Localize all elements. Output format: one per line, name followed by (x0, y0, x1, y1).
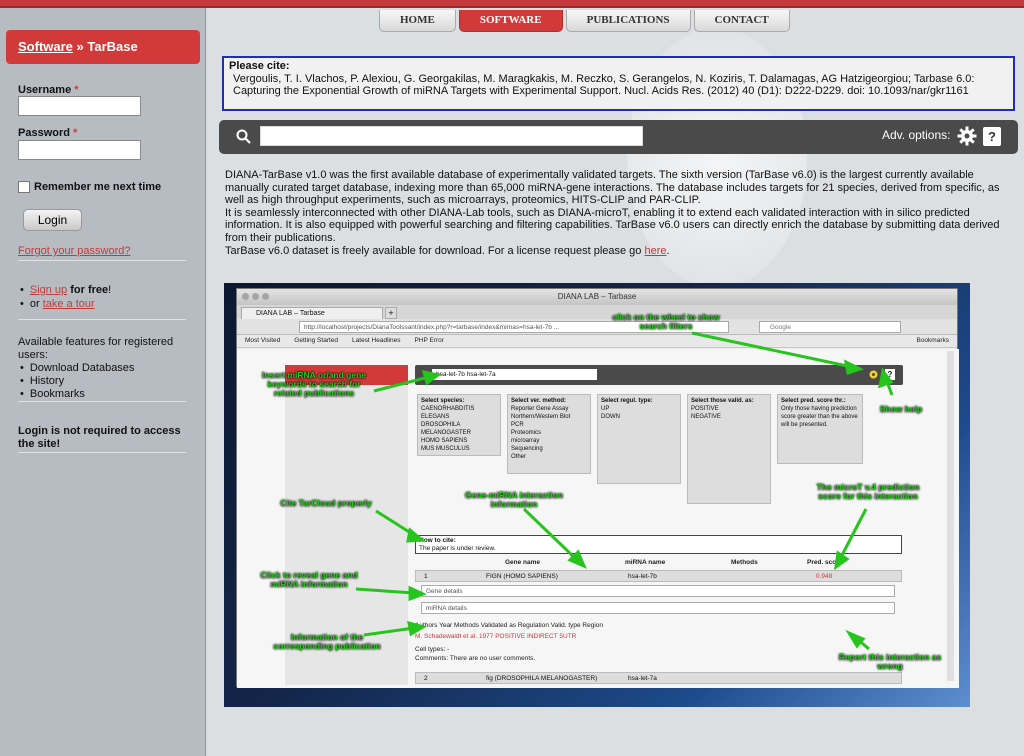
divider (18, 319, 186, 320)
main-nav: HOME SOFTWARE PUBLICATIONS CONTACT (379, 10, 790, 32)
remember-checkbox[interactable] (18, 181, 30, 193)
breadcrumb: Software » TarBase (6, 30, 200, 64)
help-icon[interactable]: ? (983, 127, 1001, 146)
password-label: Password * (18, 127, 78, 139)
search-input[interactable] (260, 126, 643, 146)
callout: Cite TarCloud properly (280, 498, 372, 508)
feature-item: Bookmarks (20, 388, 134, 401)
take-tour-link[interactable]: take a tour (43, 298, 95, 310)
callout: Report this interaction as wrong (838, 652, 942, 671)
sidebar: Software » TarBase Username * Password *… (0, 8, 206, 756)
tour-item: or take a tour (20, 298, 111, 310)
remember-me[interactable]: Remember me next time (18, 181, 161, 193)
username-label: Username * (18, 84, 79, 96)
citation-title: Please cite: (229, 60, 290, 72)
signup-list: Sign up for free! or take a tour (20, 284, 111, 312)
breadcrumb-separator: » (72, 39, 88, 54)
feature-item: History (20, 375, 134, 388)
description-p1: DIANA-TarBase v1.0 was the first availab… (225, 169, 1000, 207)
description: DIANA-TarBase v1.0 was the first availab… (225, 169, 1012, 257)
feature-item: Download Databases (20, 362, 135, 375)
tutorial-screenshot: DIANA LAB – Tarbase DIANA LAB – Tarbase … (224, 283, 970, 707)
description-p3: TarBase v6.0 dataset is freely available… (225, 244, 670, 257)
nav-tab-software[interactable]: SOFTWARE (458, 10, 563, 32)
callout: Information of the corresponding publica… (273, 632, 381, 651)
forgot-password-link[interactable]: Forgot your password? (18, 245, 131, 257)
login-button[interactable]: Login (23, 209, 82, 231)
description-p2: It is seamlessly interconnected with oth… (225, 206, 1000, 244)
breadcrumb-software-link[interactable]: Software (18, 39, 73, 54)
gear-icon[interactable] (957, 126, 977, 146)
callout: click on the wheel to show search filter… (612, 312, 720, 331)
nav-tab-contact[interactable]: CONTACT (693, 10, 790, 32)
adv-options-label: Adv. options: (882, 128, 951, 142)
features-title: Available features for registered users: (18, 336, 174, 361)
search-icon[interactable] (235, 128, 253, 146)
signup-item: Sign up for free! (20, 284, 111, 296)
signup-link[interactable]: Sign up (30, 284, 67, 296)
callout: Insert miRNA or/and gene keywords to sea… (261, 370, 367, 398)
callout: The microT v.4 prediction score for this… (816, 482, 920, 501)
divider (18, 260, 186, 261)
callout: Gene-miRNA interaction information (465, 490, 563, 509)
password-input[interactable] (18, 140, 141, 160)
nav-tab-home[interactable]: HOME (379, 10, 456, 32)
callout: Show help (879, 404, 923, 414)
search-bar: Adv. options: ? (219, 120, 1018, 154)
username-input[interactable] (18, 96, 141, 116)
callout: Click to reveal gene and miRNA informati… (260, 570, 358, 589)
divider (18, 452, 186, 453)
top-strip (0, 0, 1024, 8)
login-note: Login is not required to access the site… (18, 425, 181, 450)
divider (18, 401, 186, 402)
breadcrumb-current: TarBase (87, 39, 138, 54)
nav-tab-publications[interactable]: PUBLICATIONS (565, 10, 691, 32)
citation-box: Please cite: Vergoulis, T. I. Vlachos, P… (222, 56, 1015, 111)
features-list: Download Databases History Bookmarks (20, 362, 135, 401)
citation-text: Vergoulis, T. I. Vlachos, P. Alexiou, G.… (233, 72, 975, 98)
license-request-link[interactable]: here (644, 245, 666, 257)
remember-label: Remember me next time (34, 181, 162, 193)
